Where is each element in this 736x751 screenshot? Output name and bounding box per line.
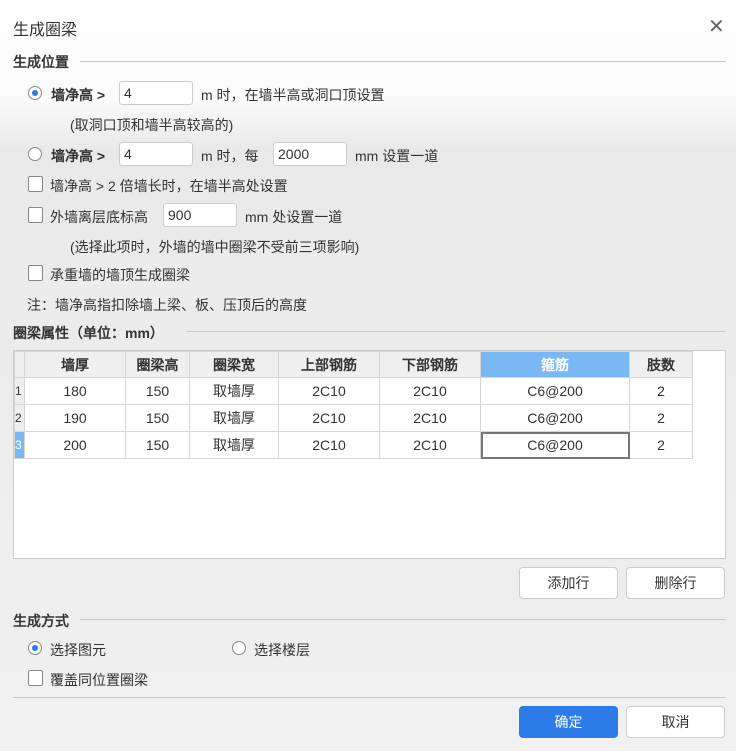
col-header[interactable]: 上部钢筋	[278, 351, 380, 378]
opt1-label: 墙净高 >	[51, 87, 106, 103]
col-header-selected[interactable]: 箍筋	[480, 351, 630, 378]
table-header-row: 墙厚 圈梁高 圈梁宽 上部钢筋 下部钢筋 箍筋 肢数	[14, 351, 693, 378]
row-number-header	[14, 351, 25, 378]
table-cell[interactable]: 200	[24, 431, 126, 459]
row-number[interactable]: 2	[14, 404, 25, 432]
table-cell[interactable]: 150	[125, 431, 190, 459]
footnote: 注：墙净高指扣除墙上梁、板、压顶后的高度	[27, 297, 307, 313]
opt2-radio[interactable]	[28, 147, 42, 161]
divider	[186, 331, 726, 332]
opt1-radio[interactable]	[28, 86, 42, 100]
select-elements-label: 选择图元	[50, 642, 106, 658]
col-header[interactable]: 肢数	[629, 351, 693, 378]
overwrite-checkbox[interactable]	[28, 670, 43, 686]
table-cell[interactable]: 150	[125, 404, 190, 432]
table-row[interactable]: 2 190 150 取墙厚 2C10 2C10 C6@200 2	[14, 404, 693, 432]
opt4-label: 外墙离层底标高	[50, 209, 148, 225]
opt2-label: 墙净高 >	[51, 148, 106, 164]
table-cell[interactable]: 2	[629, 404, 693, 432]
table-cell[interactable]: 2C10	[278, 431, 380, 459]
table-cell[interactable]: 150	[125, 377, 190, 405]
table-cell[interactable]: 2	[629, 431, 693, 459]
opt3-label: 墙净高 > 2 倍墙长时，在墙半高处设置	[50, 178, 288, 194]
opt1-note: (取洞口顶和墙半高较高的)	[70, 117, 234, 133]
table-cell[interactable]: 2C10	[278, 377, 380, 405]
table-row[interactable]: 1 180 150 取墙厚 2C10 2C10 C6@200 2	[14, 377, 693, 405]
dialog-title: 生成圈梁	[13, 22, 78, 39]
table-cell[interactable]: 取墙厚	[189, 377, 279, 405]
table-cell[interactable]: 190	[24, 404, 126, 432]
close-icon[interactable]: ✕	[708, 14, 725, 39]
table-cell[interactable]: 2C10	[278, 404, 380, 432]
opt2-mid: m 时，每	[201, 148, 259, 164]
opt4-elevation-input[interactable]	[163, 203, 237, 227]
opt4-checkbox[interactable]	[28, 207, 43, 223]
select-floors-radio[interactable]	[232, 641, 246, 655]
table-cell[interactable]: 2C10	[379, 404, 481, 432]
table-cell[interactable]: 2C10	[379, 377, 481, 405]
divider	[80, 61, 726, 62]
table-cell[interactable]: C6@200	[480, 377, 630, 405]
overwrite-label: 覆盖同位置圈梁	[50, 672, 148, 688]
row-number[interactable]: 3	[14, 431, 25, 459]
select-elements-radio[interactable]	[28, 641, 42, 655]
table-grid: 墙厚 圈梁高 圈梁宽 上部钢筋 下部钢筋 箍筋 肢数 1 180 150 取墙厚 2C1…	[14, 351, 693, 459]
section-position-heading: 生成位置	[13, 54, 69, 70]
opt5-checkbox[interactable]	[28, 265, 43, 281]
opt4-suffix: mm 处设置一道	[245, 209, 343, 225]
table-cell[interactable]: 2C10	[379, 431, 481, 459]
opt1-suffix: m 时，在墙半高或洞口顶设置	[201, 87, 385, 103]
opt5-label: 承重墙的墙顶生成圈梁	[50, 267, 190, 283]
table-cell[interactable]: C6@200	[480, 404, 630, 432]
delete-row-button[interactable]: 删除行	[626, 567, 725, 599]
add-row-button[interactable]: 添加行	[519, 567, 618, 599]
opt2-height-input[interactable]	[119, 142, 193, 166]
section-method-heading: 生成方式	[13, 613, 69, 629]
divider	[80, 619, 726, 620]
row-number[interactable]: 1	[14, 377, 25, 405]
col-header[interactable]: 圈梁高	[125, 351, 190, 378]
opt4-note: (选择此项时，外墙的墙中圈梁不受前三项影响)	[70, 239, 360, 255]
table-cell[interactable]: 2	[629, 377, 693, 405]
select-floors-label: 选择楼层	[254, 642, 310, 658]
col-header[interactable]: 墙厚	[24, 351, 126, 378]
table-cell[interactable]: 180	[24, 377, 126, 405]
opt1-height-input[interactable]	[119, 81, 193, 105]
table-cell[interactable]: 取墙厚	[189, 431, 279, 459]
opt3-checkbox[interactable]	[28, 176, 43, 192]
table-row[interactable]: 3 200 150 取墙厚 2C10 2C10 C6@200 2	[14, 431, 693, 459]
ok-button[interactable]: 确定	[519, 706, 618, 738]
section-props-heading: 圈梁属性（单位：mm）	[13, 325, 164, 341]
table-cell[interactable]: C6@200	[480, 431, 630, 459]
opt2-spacing-input[interactable]	[273, 142, 347, 166]
col-header[interactable]: 圈梁宽	[189, 351, 279, 378]
table-cell[interactable]: 取墙厚	[189, 404, 279, 432]
opt2-suffix: mm 设置一道	[355, 148, 439, 164]
cancel-button[interactable]: 取消	[626, 706, 725, 738]
col-header[interactable]: 下部钢筋	[379, 351, 481, 378]
beam-props-table: 墙厚 圈梁高 圈梁宽 上部钢筋 下部钢筋 箍筋 肢数 1 180 150 取墙厚 2C1…	[13, 350, 726, 559]
divider	[13, 697, 726, 698]
